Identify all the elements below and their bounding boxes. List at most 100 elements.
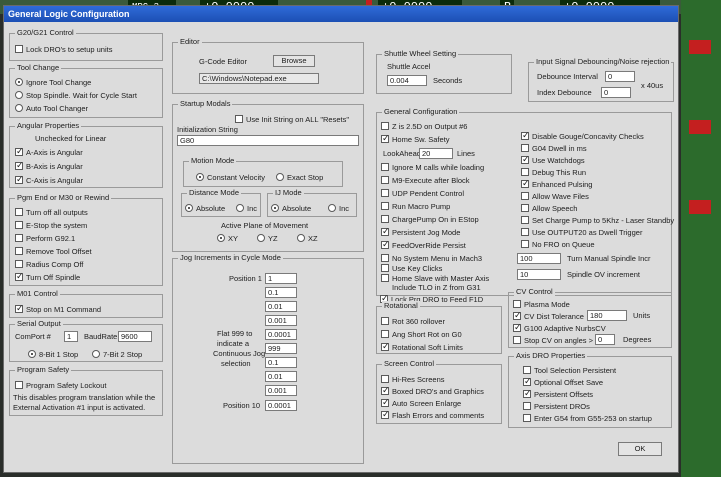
distance-inc-radio[interactable]: Inc [236,203,257,213]
editor-path-field[interactable]: C:\Windows\Notepad.exe [199,73,319,84]
plasma-mode-checkbox[interactable]: Plasma Mode [513,299,570,309]
hi-res-screens-checkbox[interactable]: Hi-Res Screens [381,374,445,384]
lookahead-input[interactable]: 20 [419,148,453,159]
no-system-menu-checkbox[interactable]: No System Menu in Mach3 [381,253,482,263]
auto-tool-changer-radio[interactable]: Auto Tool Changer [15,103,88,113]
distance-absolute-radio[interactable]: Absolute [185,203,225,213]
use-watchdogs-checkbox[interactable]: Use Watchdogs [521,154,585,165]
allow-wave-checkbox[interactable]: Allow Wave Files [521,191,589,201]
ok-button[interactable]: OK [618,442,662,456]
set-charge-pump-checkbox[interactable]: Set Charge Pump to 5Khz - Laser Standby [521,215,674,225]
com-port-input[interactable]: 1 [64,331,78,342]
b-axis-angular-checkbox[interactable]: B-Axis is Angular [15,160,83,171]
a-axis-angular-checkbox[interactable]: A-Axis is Angular [15,146,83,157]
index-debounce-input[interactable]: 0 [601,87,631,98]
jog-increment-input-7[interactable]: 0.1 [265,357,297,368]
7-bit-radio[interactable]: 7-Bit 2 Stop [92,349,142,359]
browse-button[interactable]: Browse [273,55,315,67]
home-safety-checkbox[interactable]: Home Sw. Safety [381,133,450,144]
shuttle-accel-input[interactable]: 0.004 [387,75,427,86]
stop-spindle-radio[interactable]: Stop Spindle. Wait for Cycle Start [15,90,137,100]
auto-screen-enlarge-checkbox[interactable]: Auto Screen Enlarge [381,397,461,408]
stop-cv-angles-checkbox[interactable]: Stop CV on angles > [513,335,593,345]
jog-increment-input-2[interactable]: 0.1 [265,287,297,298]
c-axis-angular-checkbox[interactable]: C-Axis is Angular [15,174,83,185]
plane-xy-radio[interactable]: XY [217,233,238,243]
jog-increment-input-8[interactable]: 0.01 [265,371,297,382]
jog-increment-input-5[interactable]: 0.0001 [265,329,297,340]
8-bit-radio[interactable]: 8-Bit 1 Stop [28,349,78,359]
home-slave-checkbox[interactable]: Home Slave with Master Axis [381,273,489,283]
turn-manual-spindle-input[interactable]: 100 [517,253,561,264]
baud-rate-input[interactable]: 9600 [118,331,152,342]
program-safety-lockout-checkbox[interactable]: Program Safety Lockout [15,380,106,390]
turn-off-outputs-checkbox[interactable]: Turn off all outputs [15,207,88,217]
jog-increment-input-1[interactable]: 1 [265,273,297,284]
jog-increment-input-9[interactable]: 0.001 [265,385,297,396]
boxed-dros-checkbox[interactable]: Boxed DRO's and Graphics [381,385,484,396]
perform-g92-checkbox[interactable]: Perform G92.1 [15,233,75,243]
use-key-clicks-checkbox[interactable]: Use Key Clicks [381,263,442,273]
axis-dro-group: Axis DRO Properties Tool Selection Persi… [508,351,672,428]
radius-comp-checkbox[interactable]: Radius Comp Off [15,259,83,269]
exact-stop-radio[interactable]: Exact Stop [276,172,323,182]
ignore-m-calls-checkbox[interactable]: Ignore M calls while loading [381,162,484,172]
cv-dist-tolerance-input[interactable]: 180 [587,310,627,321]
jog-increments-group: Jog Increments in Cycle Mode Position 1 … [172,253,364,464]
config-dialog: General Logic Configuration G20/G21 Cont… [3,5,679,473]
turn-off-spindle-checkbox[interactable]: Turn Off Spindle [15,271,80,282]
distance-mode-group: Distance Mode Absolute Inc [181,188,261,217]
allow-speech-checkbox[interactable]: Allow Speech [521,203,577,213]
red-button-2[interactable] [689,120,711,134]
enter-g54-checkbox[interactable]: Enter G54 from G55-253 on startup [523,413,652,423]
persistent-jog-checkbox[interactable]: Persistent Jog Mode [381,226,460,237]
use-init-string-checkbox[interactable]: Use Init String on ALL "Resets" [235,114,349,124]
g04-dwell-checkbox[interactable]: G04 Dwell in ms [521,143,587,153]
red-button-1[interactable] [689,40,711,54]
stop-on-m1-checkbox[interactable]: Stop on M1 Command [15,303,101,314]
spindle-ov-label: Spindle OV increment [567,270,640,279]
stop-cv-angles-input[interactable]: 0 [595,334,615,345]
jog-increment-input-3[interactable]: 0.01 [265,301,297,312]
spindle-ov-input[interactable]: 10 [517,269,561,280]
constant-velocity-radio[interactable]: Constant Velocity [196,172,265,182]
cv-dist-tolerance-checkbox[interactable]: CV Dist Tolerance [513,310,584,321]
remove-tool-offset-checkbox[interactable]: Remove Tool Offset [15,246,92,256]
rot-360-checkbox[interactable]: Rot 360 rollover [381,316,445,326]
z-2-5d-checkbox[interactable]: Z is 2.5D on Output #6 [381,121,467,131]
ignore-tool-change-radio[interactable]: Ignore Tool Change [15,77,91,87]
udp-pendent-checkbox[interactable]: UDP Pendent Control [381,188,464,198]
ij-absolute-radio[interactable]: Absolute [271,203,311,213]
persistent-dros-checkbox[interactable]: Persistent DROs [523,401,590,411]
debug-run-checkbox[interactable]: Debug This Run [521,167,586,177]
init-string-input[interactable]: G80 [177,135,359,146]
use-output20-checkbox[interactable]: Use OUTPUT20 as Dwell Trigger [521,227,642,237]
lock-dros-checkbox[interactable]: Lock DRO's to setup units [15,44,112,54]
jog-position-1-label: Position 1 [229,274,262,283]
debounce-interval-input[interactable]: 0 [605,71,635,82]
optional-offset-save-checkbox[interactable]: Optional Offset Save [523,376,603,387]
checkbox-box [15,260,23,268]
disable-gouge-checkbox[interactable]: Disable Gouge/Concavity Checks [521,130,644,141]
estop-checkbox[interactable]: E-Stop the system [15,220,87,230]
baud-rate-label: BaudRate [84,332,118,341]
g100-adaptive-checkbox[interactable]: G100 Adaptive NurbsCV [513,322,606,333]
ang-short-rot-checkbox[interactable]: Ang Short Rot on G0 [381,329,462,339]
flash-errors-checkbox[interactable]: Flash Errors and comments [381,409,484,420]
rotational-soft-limits-checkbox[interactable]: Rotational Soft Limits [381,341,463,352]
jog-increment-input-10[interactable]: 0.0001 [265,400,297,411]
enhanced-pulsing-checkbox[interactable]: Enhanced Pulsing [521,178,592,189]
red-button-3[interactable] [689,200,711,214]
tool-selection-persistent-checkbox[interactable]: Tool Selection Persistent [523,365,616,375]
feed-override-persist-checkbox[interactable]: FeedOverRide Persist [381,239,466,250]
run-macro-pump-checkbox[interactable]: Run Macro Pump [381,201,450,211]
no-fro-checkbox[interactable]: No FRO on Queue [521,239,595,249]
m9-execute-checkbox[interactable]: M9-Execute after Block [381,175,470,185]
charge-pump-estop-checkbox[interactable]: ChargePump On in EStop [381,214,479,224]
plane-yz-radio[interactable]: YZ [257,233,278,243]
ij-inc-radio[interactable]: Inc [328,203,349,213]
plane-xz-radio[interactable]: XZ [297,233,318,243]
jog-increment-input-4[interactable]: 0.001 [265,315,297,326]
persistent-offsets-checkbox[interactable]: Persistent Offsets [523,388,593,399]
jog-increment-input-6[interactable]: 999 [265,343,297,354]
